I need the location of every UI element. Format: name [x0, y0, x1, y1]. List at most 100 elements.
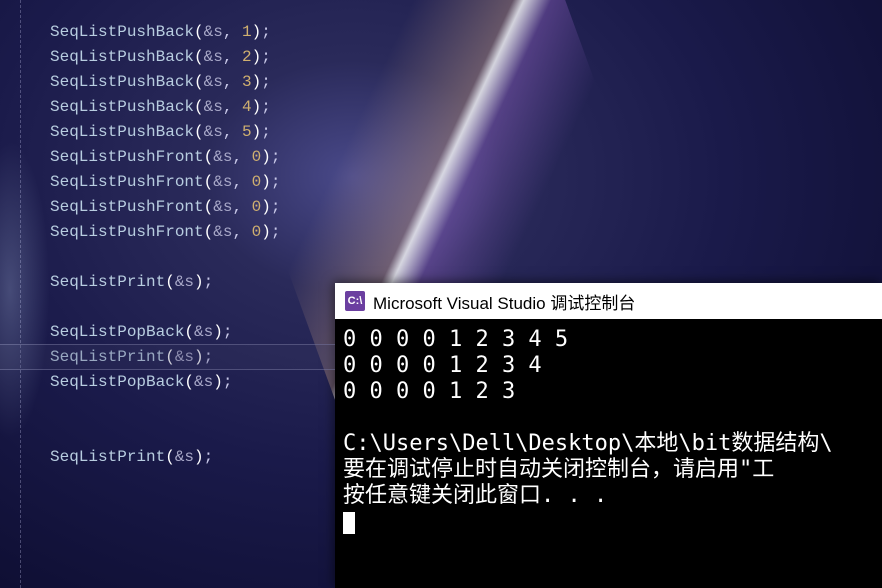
paren-open: (	[194, 98, 204, 116]
number-literal: 1	[242, 23, 252, 41]
semicolon: ;	[204, 273, 214, 291]
semicolon: ;	[261, 123, 271, 141]
semicolon: ;	[223, 323, 233, 341]
paren-open: (	[194, 123, 204, 141]
semicolon: ;	[204, 448, 214, 466]
code-line[interactable]: SeqListPrint(&s);	[50, 345, 280, 370]
function-name: SeqListPushBack	[50, 23, 194, 41]
code-line[interactable]: SeqListPushFront(&s, 0);	[50, 195, 280, 220]
function-name: SeqListPrint	[50, 448, 165, 466]
argument: &s	[175, 348, 194, 366]
function-name: SeqListPrint	[50, 273, 165, 291]
argument: &s	[204, 98, 223, 116]
paren-open: (	[194, 23, 204, 41]
function-name: SeqListPushFront	[50, 198, 204, 216]
function-name: SeqListPrint	[50, 348, 165, 366]
semicolon: ;	[261, 73, 271, 91]
paren-close: )	[252, 48, 262, 66]
paren-close: )	[261, 173, 271, 191]
comma: ,	[232, 223, 251, 241]
code-line[interactable]	[50, 420, 280, 445]
code-line[interactable]: SeqListPushFront(&s, 0);	[50, 220, 280, 245]
function-name: SeqListPushBack	[50, 73, 194, 91]
paren-open: (	[184, 373, 194, 391]
console-output[interactable]: 0 0 0 0 1 2 3 4 5 0 0 0 0 1 2 3 4 0 0 0 …	[335, 319, 882, 543]
paren-close: )	[194, 348, 204, 366]
argument: &s	[213, 148, 232, 166]
paren-close: )	[252, 123, 262, 141]
number-literal: 0	[252, 148, 262, 166]
semicolon: ;	[261, 98, 271, 116]
code-line[interactable]	[50, 245, 280, 270]
paren-close: )	[194, 273, 204, 291]
paren-close: )	[252, 98, 262, 116]
code-line[interactable]: SeqListPushBack(&s, 1);	[50, 20, 280, 45]
paren-open: (	[184, 323, 194, 341]
semicolon: ;	[261, 23, 271, 41]
paren-close: )	[252, 73, 262, 91]
paren-open: (	[204, 148, 214, 166]
argument: &s	[204, 123, 223, 141]
paren-open: (	[165, 348, 175, 366]
code-line[interactable]: SeqListPopBack(&s);	[50, 320, 280, 345]
number-literal: 2	[242, 48, 252, 66]
console-titlebar[interactable]: C:\ Microsoft Visual Studio 调试控制台	[335, 283, 882, 319]
function-name: SeqListPopBack	[50, 373, 184, 391]
number-literal: 0	[252, 223, 262, 241]
argument: &s	[204, 23, 223, 41]
paren-open: (	[165, 273, 175, 291]
function-name: SeqListPushFront	[50, 223, 204, 241]
semicolon: ;	[271, 148, 281, 166]
paren-close: )	[194, 448, 204, 466]
number-literal: 4	[242, 98, 252, 116]
code-line[interactable]: SeqListPrint(&s);	[50, 270, 280, 295]
argument: &s	[213, 198, 232, 216]
function-name: SeqListPushFront	[50, 148, 204, 166]
function-name: SeqListPopBack	[50, 323, 184, 341]
comma: ,	[223, 48, 242, 66]
code-line[interactable]	[50, 295, 280, 320]
comma: ,	[232, 198, 251, 216]
code-editor[interactable]: SeqListPushBack(&s, 1);SeqListPushBack(&…	[50, 20, 280, 470]
argument: &s	[213, 173, 232, 191]
code-line[interactable]: SeqListPopBack(&s);	[50, 370, 280, 395]
code-line[interactable]: SeqListPushBack(&s, 3);	[50, 70, 280, 95]
argument: &s	[204, 48, 223, 66]
argument: &s	[175, 273, 194, 291]
number-literal: 3	[242, 73, 252, 91]
paren-open: (	[165, 448, 175, 466]
code-line[interactable]: SeqListPushBack(&s, 5);	[50, 120, 280, 145]
argument: &s	[194, 373, 213, 391]
comma: ,	[223, 123, 242, 141]
semicolon: ;	[261, 48, 271, 66]
comma: ,	[232, 173, 251, 191]
semicolon: ;	[223, 373, 233, 391]
number-literal: 0	[252, 173, 262, 191]
comma: ,	[223, 23, 242, 41]
code-line[interactable]: SeqListPushBack(&s, 4);	[50, 95, 280, 120]
semicolon: ;	[271, 173, 281, 191]
function-name: SeqListPushBack	[50, 123, 194, 141]
function-name: SeqListPushFront	[50, 173, 204, 191]
console-app-icon: C:\	[345, 291, 365, 311]
code-line[interactable]: SeqListPushFront(&s, 0);	[50, 170, 280, 195]
function-name: SeqListPushBack	[50, 48, 194, 66]
argument: &s	[175, 448, 194, 466]
comma: ,	[232, 148, 251, 166]
function-name: SeqListPushBack	[50, 98, 194, 116]
semicolon: ;	[271, 223, 281, 241]
code-line[interactable]: SeqListPushBack(&s, 2);	[50, 45, 280, 70]
number-literal: 5	[242, 123, 252, 141]
code-line[interactable]: SeqListPushFront(&s, 0);	[50, 145, 280, 170]
paren-close: )	[213, 373, 223, 391]
console-cursor	[343, 512, 355, 534]
paren-close: )	[261, 198, 271, 216]
argument: &s	[204, 73, 223, 91]
debug-console-window: C:\ Microsoft Visual Studio 调试控制台 0 0 0 …	[335, 283, 882, 588]
paren-open: (	[194, 48, 204, 66]
code-line[interactable]: SeqListPrint(&s);	[50, 445, 280, 470]
code-line[interactable]	[50, 395, 280, 420]
paren-open: (	[204, 223, 214, 241]
paren-open: (	[204, 173, 214, 191]
semicolon: ;	[204, 348, 214, 366]
